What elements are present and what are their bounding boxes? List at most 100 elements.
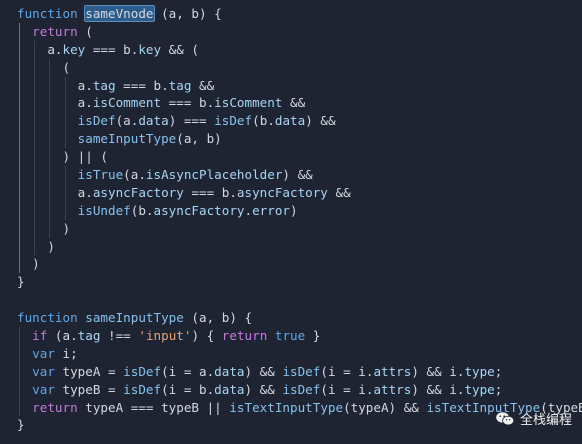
code-token: } [305, 328, 321, 344]
code-token: && ( [161, 41, 199, 57]
code-token: tag [77, 328, 101, 344]
indent-guide [49, 130, 51, 149]
code-line[interactable]: function sameVnode (a, b) { [0, 5, 582, 23]
code-line[interactable]: ) [0, 219, 582, 238]
indent-guide [64, 130, 66, 149]
code-token: data [138, 113, 169, 129]
code-line[interactable]: isUndef(b.asyncFactory.error) [0, 201, 582, 220]
code-token: var [32, 381, 55, 397]
code-token: typeA === typeB || [77, 399, 230, 415]
indent-guide [49, 76, 51, 95]
indent-guide [64, 112, 66, 131]
code-line[interactable]: ) || ( [0, 148, 582, 167]
code-token: attrs [373, 381, 412, 397]
indent-guide [19, 94, 20, 113]
code-token: return [221, 328, 268, 344]
indent-guide [34, 76, 36, 95]
code-token: data [214, 363, 245, 379]
code-lines[interactable]: function sameVnode (a, b) { return ( a.k… [0, 5, 582, 434]
code-token: data [214, 381, 245, 397]
code-token: (i = a. [161, 363, 215, 379]
code-token: ) [17, 238, 55, 254]
wechat-icon [496, 411, 515, 425]
watermark: 全栈编程 [495, 409, 572, 428]
indent-guide [19, 380, 20, 399]
code-token: (a, b) { [153, 6, 222, 21]
code-token: 'input' [138, 328, 192, 344]
indent-guide [19, 219, 20, 238]
code-token: tag [92, 77, 116, 93]
indent-guide [19, 22, 20, 41]
indent-guide [34, 201, 36, 220]
indent-guide [49, 112, 51, 131]
code-token: key [62, 41, 86, 57]
code-line[interactable]: isTrue(a.isAsyncPlaceholder) && [0, 166, 582, 184]
code-token: a. [17, 77, 93, 93]
code-line[interactable]: a.tag === b.tag && [0, 76, 582, 95]
code-token: sameInputType [85, 310, 184, 326]
code-token: return [32, 399, 78, 415]
code-token: isDef [282, 363, 321, 379]
code-token: && [282, 95, 306, 111]
code-line[interactable]: ) [0, 255, 582, 274]
code-line[interactable]: a.key === b.key && ( [0, 40, 582, 59]
indent-guide [34, 94, 36, 113]
code-token: (i = i. [320, 381, 374, 397]
code-line[interactable]: } [0, 273, 582, 291]
code-token: ) [17, 220, 71, 236]
indent-guide [49, 94, 51, 113]
indent-guide [19, 362, 20, 381]
code-token: isComment [214, 95, 283, 111]
code-line[interactable]: sameInputType(a, b) [0, 130, 582, 149]
indent-guide [34, 166, 36, 184]
code-token: isDef [123, 363, 162, 379]
code-token: isAsyncPlaceholder [145, 167, 283, 183]
code-line[interactable]: function sameInputType (a, b) { [0, 309, 582, 327]
code-token: key [138, 41, 162, 57]
code-token: typeA = [54, 363, 124, 379]
indent-guide [19, 130, 20, 149]
code-token: isUndef [77, 202, 131, 218]
code-token: (a. [115, 113, 139, 129]
code-line[interactable]: var i; [0, 344, 582, 363]
code-token: var [32, 363, 55, 379]
code-token: } [17, 274, 25, 290]
code-line[interactable]: ( [0, 58, 582, 77]
code-token: ) && [282, 167, 313, 183]
code-token: asyncFactory [92, 184, 184, 200]
indent-guide [49, 148, 51, 167]
code-line[interactable]: if (a.tag !== 'input') { return true } [0, 327, 582, 345]
code-line[interactable]: a.asyncFactory === b.asyncFactory && [0, 183, 582, 202]
indent-guide [49, 58, 51, 77]
code-line[interactable] [0, 291, 582, 309]
indent-guide [19, 148, 20, 167]
code-line[interactable]: return ( [0, 22, 582, 41]
code-line[interactable]: a.isComment === b.isComment && [0, 94, 582, 113]
indent-guide [49, 166, 51, 184]
code-token: ( [17, 59, 71, 75]
indent-guide [64, 94, 66, 113]
code-token: (a. [47, 328, 78, 344]
code-token: ) [17, 256, 40, 272]
code-line[interactable]: ) [0, 237, 582, 256]
code-token: i; [54, 345, 78, 361]
code-token: if [32, 328, 48, 344]
indent-guide [49, 201, 51, 220]
indent-guide [34, 112, 36, 131]
code-line[interactable]: var typeA = isDef(i = a.data) && isDef(i… [0, 362, 582, 381]
code-line[interactable]: isDef(a.data) === isDef(b.data) && [0, 112, 582, 131]
code-token: typeB = [54, 381, 124, 397]
indent-guide [64, 183, 66, 202]
code-token: isDef [282, 381, 321, 397]
code-editor[interactable]: function sameVnode (a, b) { return ( a.k… [0, 0, 582, 444]
indent-guide [19, 327, 20, 345]
code-token: isDef [77, 113, 116, 129]
indent-guide [19, 255, 20, 274]
code-token: var [32, 345, 55, 361]
code-token: !== [100, 328, 139, 344]
indent-guide [19, 237, 20, 256]
code-line[interactable]: var typeB = isDef(i = b.data) && isDef(i… [0, 380, 582, 399]
code-token: ; [494, 381, 503, 397]
code-token: a. [17, 95, 93, 111]
